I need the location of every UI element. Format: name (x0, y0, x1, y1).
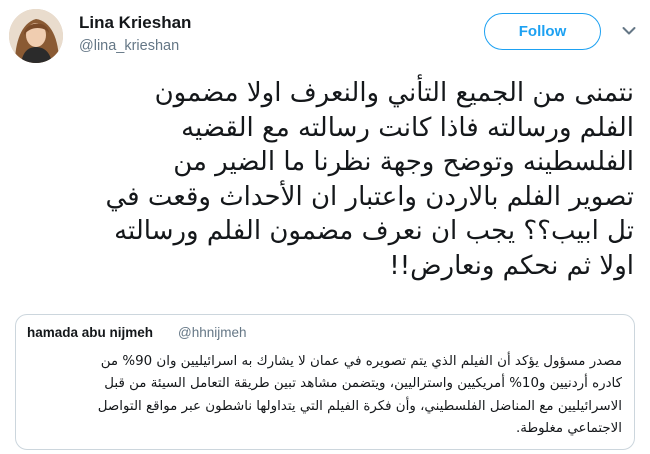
quoted-tweet[interactable]: hamada abu nijmeh @hhnijmeh مصدر مسؤول ي… (15, 314, 635, 450)
tweet-text: نتمنى من الجميع التأني والنعرف اولا مضمو… (22, 76, 634, 284)
avatar[interactable] (9, 9, 63, 63)
tweet-text-line: نتمنى من الجميع التأني والنعرف اولا مضمو… (154, 78, 634, 108)
tweet-text-line: اولا ثم نحكم ونعارض!! (389, 250, 634, 281)
quoted-author-name: hamada abu nijmeh (27, 325, 154, 340)
quoted-tweet-text: مصدر مسؤول يؤكد أن الفيلم الذي يتم تصوير… (26, 351, 622, 440)
avatar-image (9, 9, 63, 63)
tweet-text-line: تل ابيب؟؟ يجب ان نعرف مضمون الفلم ورسالت… (114, 216, 634, 247)
quoted-text-line: كادره أردنيين و10% أمريكيين واستراليين، … (104, 376, 622, 392)
tweet-text-line: الفلم ورسالته فاذا كانت رسالته مع القضيه (181, 112, 634, 143)
quoted-author-handle: @hhnijmeh (178, 325, 247, 340)
chevron-down-icon[interactable] (622, 26, 636, 36)
quoted-text-line: مصدر مسؤول يؤكد أن الفيلم الذي يتم تصوير… (100, 354, 622, 369)
follow-button[interactable]: Follow (484, 13, 601, 50)
author-display-name[interactable]: Lina Krieshan (79, 13, 191, 33)
tweet-text-line: الفلسطينه وتوضح وجهة نظرنا ما الضير من (173, 147, 634, 178)
author-handle[interactable]: @lina_krieshan (79, 37, 179, 55)
quoted-text-line: الاسرائيليين مع المناضل الفلسطيني، وأن ف… (97, 398, 622, 414)
tweet-card: Lina Krieshan @lina_krieshan Follow نتمن… (0, 0, 650, 454)
quoted-text-line: الاجتماعي مغلوطة. (516, 420, 622, 436)
tweet-text-line: تصوير الفلم بالاردن واعتبار ان الأحداث و… (105, 181, 634, 212)
